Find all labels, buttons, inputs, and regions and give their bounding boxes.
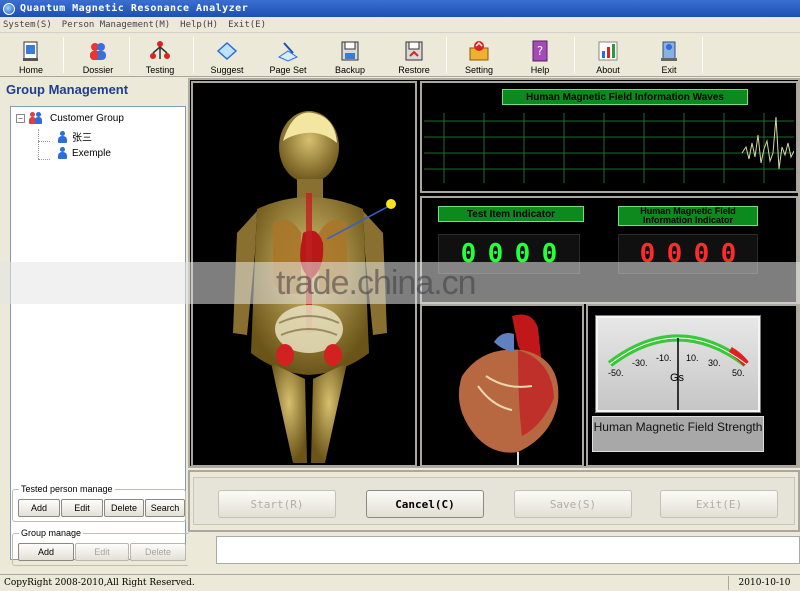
- window-title: Quantum Magnetic Resonance Analyzer: [20, 3, 249, 14]
- person-icon: [58, 130, 67, 143]
- person-icon: [58, 147, 67, 159]
- suggest-label: Suggest: [210, 65, 244, 75]
- waves-label: Human Magnetic Field Information Waves: [502, 89, 748, 105]
- watermark-text: trade.china.cn: [276, 264, 477, 302]
- restore-label: Restore: [398, 65, 430, 75]
- exit-icon: [661, 41, 677, 61]
- page-set-label: Page Set: [269, 65, 307, 75]
- status-date: 2010-10-10: [728, 576, 800, 590]
- dossier-icon: [90, 43, 106, 60]
- tree-item-person[interactable]: 张三: [58, 129, 92, 144]
- gauge-unit: Gs: [670, 372, 685, 384]
- edit-group-button: Edit: [75, 543, 129, 561]
- menu-person-management[interactable]: Person Management(M): [62, 20, 170, 30]
- menu-system[interactable]: System(S): [3, 20, 52, 30]
- tree-item-person[interactable]: Exemple: [58, 147, 111, 159]
- about-icon: [598, 41, 618, 61]
- restore-button[interactable]: Restore: [385, 35, 443, 75]
- magnetic-field-waves-panel: Human Magnetic Field Information Waves: [420, 81, 798, 193]
- svg-text:?: ?: [537, 44, 543, 58]
- delete-person-button[interactable]: Delete: [104, 499, 144, 517]
- setting-button[interactable]: Setting: [450, 35, 508, 75]
- group-management-panel: Group Management − Customer Group 张三 Exe…: [0, 78, 190, 572]
- toolbar: Home Dossier Testing Suggest Page Set Ba…: [0, 33, 800, 77]
- edit-person-button[interactable]: Edit: [61, 499, 103, 517]
- tree-root-label: Customer Group: [50, 113, 124, 124]
- gauge-tick: -10.: [656, 353, 672, 363]
- cancel-button[interactable]: Cancel(C): [366, 490, 484, 518]
- tested-person-legend: Tested person manage: [21, 484, 113, 494]
- heart-illustration: [458, 314, 559, 465]
- suggest-button[interactable]: Suggest: [198, 35, 256, 75]
- home-button[interactable]: Home: [2, 35, 60, 75]
- action-bar: Start(R) Cancel(C) Save(S) Exit(E): [188, 470, 800, 532]
- tree-root-customer-group[interactable]: − Customer Group: [16, 112, 124, 125]
- about-label: About: [596, 65, 620, 75]
- menu-bar: System(S) Person Management(M) Help(H) E…: [0, 17, 800, 33]
- backup-label: Backup: [334, 65, 366, 75]
- backup-icon: [341, 41, 359, 61]
- testing-icon: [150, 41, 170, 59]
- search-person-button[interactable]: Search: [145, 499, 185, 517]
- gauge-tick: 10.: [686, 353, 699, 363]
- gauge-caption: Human Magnetic Field Strength: [592, 416, 764, 452]
- tree-item-label: Exemple: [72, 147, 111, 159]
- heart-image: [420, 304, 584, 467]
- collapse-expander[interactable]: −: [16, 114, 25, 123]
- backup-button[interactable]: Backup: [321, 35, 379, 75]
- exit-button: Exit(E): [660, 490, 778, 518]
- log-area: [216, 536, 800, 564]
- testing-button[interactable]: Testing: [131, 35, 189, 75]
- gauge-tick: -30.: [632, 358, 648, 368]
- help-icon: ?: [532, 40, 548, 62]
- home-label: Home: [18, 65, 43, 75]
- page-set-icon: [277, 42, 299, 62]
- about-button[interactable]: About: [579, 35, 637, 75]
- gauge-tick: 50.: [732, 368, 745, 378]
- page-set-button[interactable]: Page Set: [259, 35, 317, 75]
- field-info-indicator-label: Human Magnetic Field Information Indicat…: [618, 206, 758, 226]
- restore-icon: [405, 41, 423, 61]
- tree-item-label: 张三: [72, 133, 92, 144]
- testing-label: Testing: [145, 65, 175, 75]
- start-button: Start(R): [218, 490, 336, 518]
- field-strength-gauge-panel: -50. -30. -10. 10. 30. 50. Gs Human Magn…: [586, 304, 798, 467]
- setting-icon: [469, 41, 489, 61]
- group-icon: [29, 112, 45, 125]
- menu-help[interactable]: Help(H): [180, 20, 218, 30]
- waves-graph: [424, 113, 794, 183]
- suggest-icon: [216, 41, 238, 61]
- dossier-label: Dossier: [82, 65, 114, 75]
- app-icon: [3, 2, 15, 15]
- group-management-title: Group Management: [6, 82, 129, 97]
- lower-area: [188, 534, 800, 572]
- status-bar: CopyRight 2008-2010,All Right Reserved. …: [0, 574, 800, 591]
- dossier-button[interactable]: Dossier: [69, 35, 127, 75]
- home-icon: [23, 41, 38, 61]
- help-button[interactable]: ? Help: [511, 35, 569, 75]
- copyright-text: CopyRight 2008-2010,All Right Reserved.: [4, 578, 195, 588]
- save-button: Save(S): [514, 490, 632, 518]
- field-strength-gauge: -50. -30. -10. 10. 30. 50. Gs: [595, 315, 761, 413]
- title-bar: Quantum Magnetic Resonance Analyzer: [0, 0, 800, 17]
- test-item-indicator-label: Test Item Indicator: [438, 206, 584, 222]
- gauge-dial: [607, 334, 749, 410]
- exit-toolbar-button[interactable]: Exit: [640, 35, 698, 75]
- gauge-tick: -50.: [608, 368, 624, 378]
- setting-label: Setting: [464, 65, 494, 75]
- gauge-tick: 30.: [708, 358, 721, 368]
- delete-group-button: Delete: [130, 543, 186, 561]
- add-group-button[interactable]: Add: [18, 543, 74, 561]
- add-person-button[interactable]: Add: [18, 499, 60, 517]
- exit-toolbar-label: Exit: [661, 65, 677, 75]
- menu-exit[interactable]: Exit(E): [228, 20, 266, 30]
- help-label: Help: [530, 65, 550, 75]
- group-manage-legend: Group manage: [21, 528, 82, 538]
